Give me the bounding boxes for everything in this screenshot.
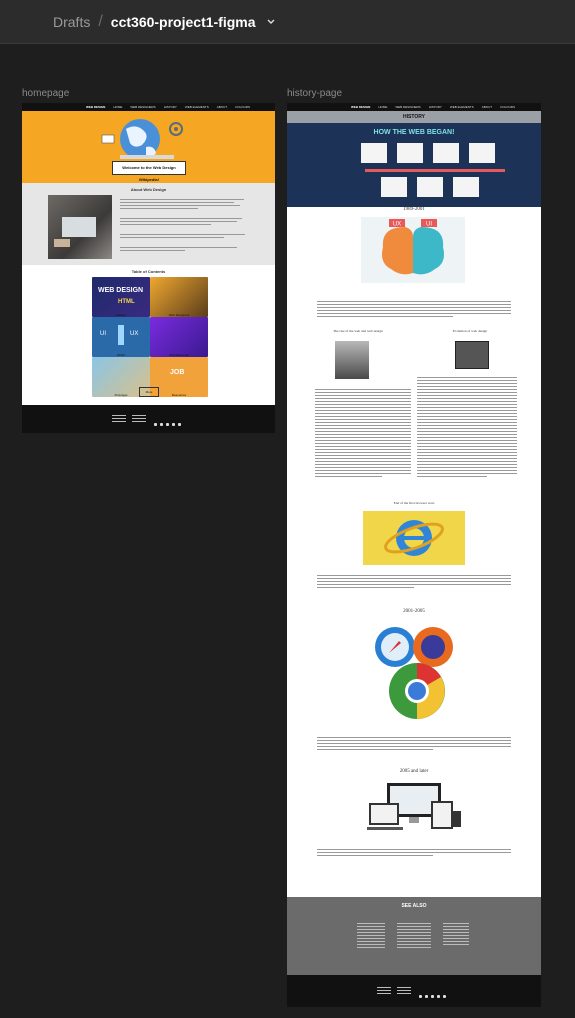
banner-title: HOW THE WEB BEGAN! [373, 129, 455, 136]
about-photo [48, 195, 112, 259]
history-navbar: WEB DESIGN HOME WEB DESIGNERS HISTORY WE… [287, 103, 541, 111]
breadcrumb-project-name[interactable]: cct360-project1-figma [111, 14, 256, 30]
toc-tile-web-designers[interactable] [150, 277, 208, 317]
home-nav-item[interactable]: WEB DESIGNERS [130, 105, 155, 109]
toc-title: Table of Contents [131, 269, 166, 274]
home-nav-item[interactable]: HOME [113, 105, 122, 109]
col-left-text [315, 387, 411, 479]
timeline-card [381, 177, 407, 197]
see-also-title: SEE ALSO [401, 903, 427, 909]
chevron-down-icon[interactable] [266, 17, 276, 27]
toc-tile-web-elements[interactable] [150, 317, 208, 357]
era-heading-1989-2001: 1989-2001 [403, 207, 425, 212]
internet-explorer-logo [363, 511, 465, 565]
history-nav-item[interactable]: ABOUT [482, 105, 492, 109]
era2-paragraph [317, 735, 511, 752]
history-frame[interactable]: WEB DESIGN HOME WEB DESIGNERS HISTORY WE… [287, 103, 541, 1007]
home-nav-item[interactable]: COLOURS [235, 105, 250, 109]
timeline-card [469, 143, 495, 163]
timeline-card [417, 177, 443, 197]
hero-title-box: Welcome to the Web Design Wikipedia! [112, 161, 186, 182]
ie-paragraph [317, 573, 511, 590]
home-hero: Welcome to the Web Design Wikipedia! [22, 111, 275, 183]
more-button[interactable]: More [139, 387, 159, 397]
homepage-frame[interactable]: WEB DESIGN HOME WEB DESIGNERS HISTORY WE… [22, 103, 275, 433]
history-nav-item[interactable]: WEB DESIGNERS [395, 105, 420, 109]
ie-caption-heading: End of the first browser wars [393, 501, 435, 505]
ui-label: UI [426, 222, 432, 228]
about-section: About Web Design [22, 183, 275, 265]
timeline-card [397, 143, 423, 163]
home-nav-item[interactable]: ABOUT [217, 105, 227, 109]
facebook-icon[interactable] [437, 995, 440, 998]
history-nav-item[interactable]: WEB ELEMENTS [450, 105, 474, 109]
home-nav-item[interactable]: HISTORY [164, 105, 177, 109]
see-also-links[interactable] [357, 921, 385, 950]
history-page-title: HISTORY [403, 114, 425, 120]
instagram-icon[interactable] [154, 423, 157, 426]
tim-berners-lee-photo [335, 341, 369, 379]
history-banner: HOW THE WEB BEGAN! [287, 123, 541, 207]
home-nav-logo[interactable]: WEB DESIGN [86, 105, 105, 109]
timeline-card [433, 143, 459, 163]
twitter-icon[interactable] [431, 995, 434, 998]
col-right-heading: Evolution of web design [452, 329, 488, 333]
share-icon[interactable] [178, 423, 181, 426]
col-left-heading: The rise of the web and web design [333, 329, 383, 333]
footer-links [377, 985, 391, 996]
tile-art-text: WEB DESIGN [98, 287, 144, 294]
era1-paragraph [317, 299, 511, 319]
responsive-devices-image [367, 783, 461, 830]
browser-logos-image [375, 627, 453, 719]
history-nav-logo[interactable]: WEB DESIGN [351, 105, 370, 109]
history-title-bar: HISTORY [287, 111, 541, 123]
footer-links [132, 413, 146, 424]
see-also-section: SEE ALSO [287, 897, 541, 975]
toc-section: Table of Contents WEB DESIGN HTML Histor… [22, 265, 275, 405]
about-paragraphs [120, 197, 250, 253]
uxui-brain-image: UX UI [361, 217, 465, 283]
see-also-links[interactable] [443, 921, 469, 947]
timeline-line [365, 169, 505, 172]
frame-label-homepage[interactable]: homepage [22, 88, 69, 99]
social-icons [154, 413, 184, 431]
first-website-screenshot [455, 341, 489, 369]
ux-label: UX [393, 222, 401, 228]
linkedin-icon[interactable] [425, 995, 428, 998]
facebook-icon[interactable] [172, 423, 175, 426]
era-heading-2005-later: 2005 and later [399, 769, 429, 774]
history-nav-item[interactable]: COLOURS [500, 105, 515, 109]
share-icon[interactable] [443, 995, 446, 998]
home-nav-item[interactable]: WEB ELEMENTS [185, 105, 209, 109]
history-footer [287, 975, 541, 1007]
hero-title: Welcome to the Web Design Wikipedia! [122, 165, 176, 182]
history-nav-item[interactable]: HISTORY [429, 105, 442, 109]
breadcrumb-separator: / [98, 12, 103, 30]
home-navbar: WEB DESIGN HOME WEB DESIGNERS HISTORY WE… [22, 103, 275, 111]
footer-links [397, 985, 411, 996]
home-footer [22, 405, 275, 433]
instagram-icon[interactable] [419, 995, 422, 998]
breadcrumb-drafts[interactable]: Drafts [53, 14, 90, 30]
toc-tile-uiux[interactable]: UI UX [92, 317, 150, 357]
timeline-card [453, 177, 479, 197]
footer-links [112, 413, 126, 424]
history-nav-item[interactable]: HOME [378, 105, 387, 109]
see-also-links[interactable] [397, 921, 431, 950]
toc-tile-history[interactable]: WEB DESIGN HTML [92, 277, 150, 317]
twitter-icon[interactable] [166, 423, 169, 426]
linkedin-icon[interactable] [160, 423, 163, 426]
about-title: About Web Design [130, 187, 167, 192]
col-right-text [417, 375, 517, 479]
social-icons [419, 985, 449, 1003]
timeline-card [361, 143, 387, 163]
frame-label-history[interactable]: history-page [287, 88, 342, 99]
era-heading-2001-2005: 2001-2005 [403, 609, 425, 614]
file-header: Drafts / cct360-project1-figma [0, 0, 575, 44]
era3-paragraph [317, 847, 511, 858]
